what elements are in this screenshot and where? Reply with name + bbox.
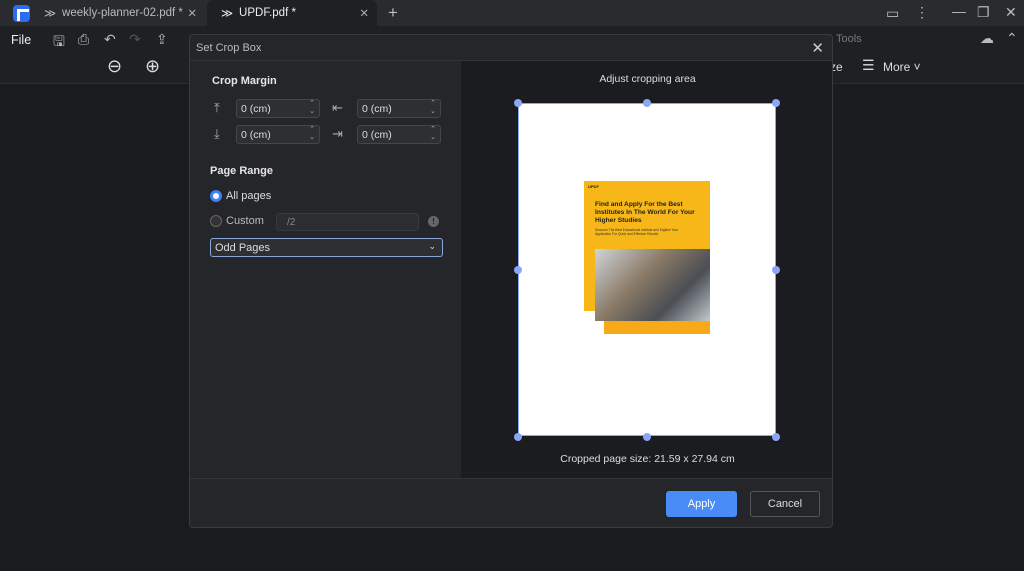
close-dialog-icon[interactable]: ✕ — [811, 39, 824, 57]
doc-photo — [595, 249, 710, 321]
chevrons-icon: ≫ — [44, 8, 57, 20]
crop-handle[interactable] — [514, 266, 522, 274]
crop-handle[interactable] — [772, 433, 780, 441]
margin-right-icon: ⇥ — [332, 126, 343, 141]
margin-top-value: 0 (cm) — [241, 103, 271, 115]
custom-radio[interactable] — [210, 215, 222, 227]
file-menu[interactable]: File — [11, 33, 31, 47]
apply-button[interactable]: Apply — [666, 491, 737, 517]
custom-label[interactable]: Custom — [226, 215, 264, 227]
comment-icon[interactable]: ▭ — [886, 5, 899, 22]
dialog-header: Set Crop Box — [190, 35, 832, 61]
dialog-title: Set Crop Box — [196, 42, 262, 54]
custom-range-value: /2 — [287, 217, 296, 228]
stepper-icon[interactable]: ⌃ ⌄ — [430, 100, 436, 116]
all-pages-radio[interactable] — [210, 190, 222, 202]
crop-margin-label: Crop Margin — [212, 75, 277, 87]
margin-left-value: 0 (cm) — [362, 103, 392, 115]
tab-weekly-planner[interactable]: ≫ weekly-planner-02.pdf * ✕ — [30, 0, 205, 26]
cropped-size-label: Cropped page size: 21.59 x 27.94 cm — [560, 453, 735, 465]
margin-bottom-value: 0 (cm) — [241, 129, 271, 141]
set-crop-box-dialog: Set Crop Box ✕ Crop Margin ⤒ 0 (cm) ⌃ ⌄ ⇤ … — [189, 34, 833, 528]
chevron-down-icon: ⌄ — [428, 241, 436, 251]
crop-preview: Adjust cropping area UPDF Find and Apply… — [461, 61, 832, 478]
doc-brand: UPDF — [588, 184, 599, 189]
margin-left-input[interactable]: 0 (cm) ⌃ ⌄ — [357, 99, 441, 118]
close-tab-icon[interactable]: ✕ — [187, 6, 197, 20]
more-button[interactable]: More ˅ — [883, 60, 921, 74]
custom-range-input[interactable]: /2 — [276, 213, 419, 231]
doc-title: Find and Apply For the Best Institutes I… — [595, 201, 695, 224]
page-subset-value: Odd Pages — [215, 242, 271, 254]
share-icon[interactable]: ⇪ — [156, 31, 168, 48]
minimize-icon[interactable]: — — [952, 3, 966, 19]
document-page-image: UPDF Find and Apply For the Best Institu… — [584, 181, 710, 335]
crop-handle[interactable] — [772, 99, 780, 107]
crop-area[interactable]: UPDF Find and Apply For the Best Institu… — [518, 103, 776, 436]
stepper-icon[interactable]: ⌃ ⌄ — [309, 126, 315, 142]
margin-right-value: 0 (cm) — [362, 129, 392, 141]
margin-bottom-icon: ⤓ — [214, 126, 220, 141]
adjust-label: Adjust cropping area — [599, 73, 696, 85]
undo-icon[interactable]: ↶ — [104, 31, 116, 48]
more-label: More — [883, 60, 911, 74]
restore-icon[interactable]: ❐ — [977, 4, 990, 21]
tab-label: UPDF.pdf * — [239, 7, 296, 19]
upload-cloud-icon[interactable]: ☁ — [980, 30, 994, 47]
margin-top-icon: ⤒ — [214, 100, 220, 115]
close-tab-icon[interactable]: ✕ — [359, 6, 369, 20]
all-pages-label[interactable]: All pages — [226, 190, 271, 202]
margin-right-input[interactable]: 0 (cm) ⌃ ⌄ — [357, 125, 441, 144]
crop-handle[interactable] — [772, 266, 780, 274]
stepper-icon[interactable]: ⌃ ⌄ — [309, 100, 315, 116]
crop-handle[interactable] — [514, 99, 522, 107]
save-icon[interactable]: 🖫 — [53, 31, 65, 55]
tab-updf[interactable]: ≫ UPDF.pdf * ✕ — [207, 0, 377, 26]
margin-left-icon: ⇤ — [332, 100, 343, 115]
close-window-icon[interactable]: ✕ — [1005, 4, 1017, 21]
crop-handle[interactable] — [643, 99, 651, 107]
page-range-label: Page Range — [210, 165, 273, 177]
margin-top-input[interactable]: 0 (cm) ⌃ ⌄ — [236, 99, 320, 118]
dialog-footer: Apply Cancel — [190, 478, 832, 527]
more-vertical-icon[interactable]: ⋮ — [915, 4, 929, 21]
stepper-icon[interactable]: ⌃ ⌄ — [430, 126, 436, 142]
more-icon[interactable]: ☰ — [862, 57, 875, 74]
doc-subtitle: Discover The Best Educational Institute … — [595, 228, 679, 236]
chevrons-icon: ≫ — [221, 8, 234, 20]
print-icon[interactable]: ⎙ — [78, 31, 89, 48]
crop-handle[interactable] — [643, 433, 651, 441]
cancel-button[interactable]: Cancel — [750, 491, 820, 517]
crop-handle[interactable] — [514, 433, 522, 441]
tools-label[interactable]: Tools — [836, 33, 862, 45]
zoom-out-icon[interactable]: ⊖ — [107, 56, 122, 77]
page-subset-select[interactable]: Odd Pages ⌄ — [210, 238, 443, 257]
app-logo — [13, 5, 30, 22]
margin-bottom-input[interactable]: 0 (cm) ⌃ ⌄ — [236, 125, 320, 144]
zoom-in-icon[interactable]: ⊕ — [145, 56, 160, 77]
collapse-icon[interactable]: ⌃ — [1006, 30, 1018, 47]
redo-icon[interactable]: ↷ — [129, 31, 141, 48]
new-tab-icon[interactable]: + — [388, 3, 398, 23]
tab-bar: ≫ weekly-planner-02.pdf * ✕ ≫ UPDF.pdf * ✕ +… — [0, 0, 1024, 26]
info-icon[interactable]: ! — [428, 216, 439, 227]
tab-label: weekly-planner-02.pdf * — [62, 7, 183, 19]
